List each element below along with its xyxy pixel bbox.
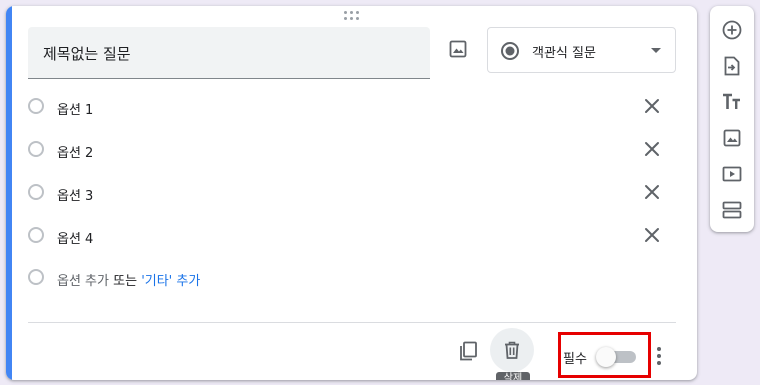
- add-section-button[interactable]: [720, 198, 744, 222]
- radio-button-icon: [28, 227, 44, 243]
- image-icon: [449, 40, 467, 58]
- question-type-label: 객관식 질문: [532, 46, 596, 61]
- required-highlight-box: [558, 332, 651, 378]
- footer-divider: [28, 322, 676, 323]
- import-questions-icon: [724, 56, 740, 76]
- question-toolbar: [710, 6, 754, 232]
- option-row[interactable]: 옵션 2: [28, 137, 668, 161]
- drag-handle-icon[interactable]: [344, 11, 360, 21]
- add-question-button[interactable]: [720, 18, 744, 42]
- add-image-button[interactable]: [446, 37, 470, 61]
- add-image-icon: [723, 129, 741, 147]
- option-row[interactable]: 옵션 1: [28, 94, 668, 118]
- delete-button[interactable]: [490, 328, 534, 372]
- option-label[interactable]: 옵션 1: [57, 99, 93, 118]
- radio-button-icon: [28, 269, 44, 285]
- option-label[interactable]: 옵션 4: [57, 228, 93, 247]
- question-title-input[interactable]: 제목없는 질문: [28, 27, 430, 79]
- close-icon[interactable]: [642, 96, 662, 116]
- more-options-icon[interactable]: [652, 344, 666, 368]
- delete-tooltip: 삭제: [496, 372, 530, 380]
- option-row[interactable]: 옵션 4: [28, 223, 668, 247]
- radio-button-icon: [28, 184, 44, 200]
- duplicate-icon[interactable]: [457, 340, 479, 362]
- add-option-or-text: 또는: [113, 274, 138, 289]
- close-icon[interactable]: [642, 225, 662, 245]
- trash-icon: [505, 341, 519, 359]
- add-question-icon: [722, 20, 742, 40]
- close-icon[interactable]: [642, 139, 662, 159]
- radio-button-icon: [28, 98, 44, 114]
- add-option-text: 옵션 추가 또는 '기타' 추가: [57, 270, 200, 289]
- radio-button-icon: [28, 141, 44, 157]
- add-option-link[interactable]: 옵션 추가: [57, 274, 109, 289]
- add-video-icon: [722, 166, 742, 182]
- dropdown-arrow-icon: [651, 48, 661, 53]
- option-label[interactable]: 옵션 2: [57, 142, 93, 161]
- add-section-icon: [722, 201, 742, 219]
- question-type-dropdown[interactable]: 객관식 질문: [487, 27, 676, 73]
- add-title-button[interactable]: [720, 90, 744, 114]
- question-card[interactable]: 제목없는 질문 객관식 질문 옵션 1 옵션 2 옵션 3 옵션 4 옵션 추가…: [6, 6, 697, 380]
- add-option-row: 옵션 추가 또는 '기타' 추가: [28, 265, 668, 289]
- import-questions-button[interactable]: [720, 54, 744, 78]
- option-label[interactable]: 옵션 3: [57, 185, 93, 204]
- radio-button-checked-icon: [501, 42, 519, 60]
- add-title-icon: [723, 93, 740, 109]
- close-icon[interactable]: [642, 182, 662, 202]
- question-title-text: 제목없는 질문: [43, 45, 131, 63]
- add-other-link[interactable]: '기타' 추가: [141, 274, 200, 289]
- active-card-indicator: [6, 6, 12, 380]
- add-image-button[interactable]: [720, 126, 744, 150]
- option-row[interactable]: 옵션 3: [28, 180, 668, 204]
- add-video-button[interactable]: [720, 162, 744, 186]
